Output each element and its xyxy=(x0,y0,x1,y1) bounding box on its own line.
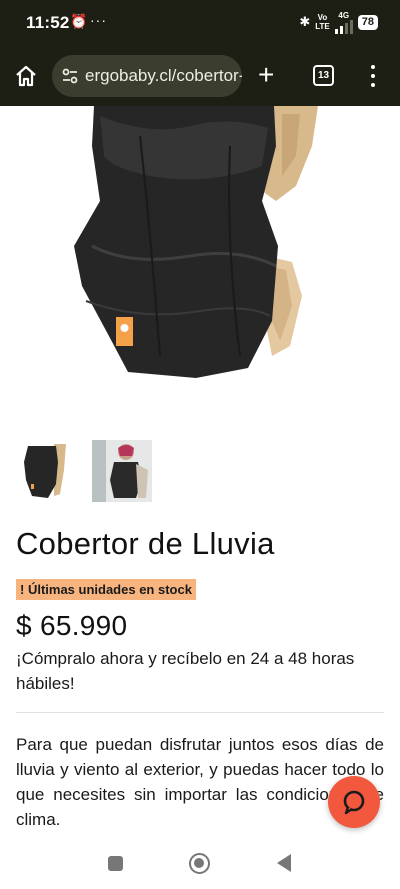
more-notifications-icon: ··· xyxy=(90,12,107,28)
chat-button[interactable] xyxy=(328,776,380,828)
url-text[interactable]: ergobaby.cl/cobertor-de-lluvia xyxy=(85,66,242,86)
network-type: 4G xyxy=(334,10,353,34)
thumbnail-cover-worn[interactable] xyxy=(92,440,152,502)
alarm-clock-icon: ⏰ xyxy=(70,13,88,29)
back-icon[interactable] xyxy=(277,854,291,872)
address-bar[interactable]: ergobaby.cl/cobertor-de-lluvia xyxy=(52,55,242,97)
stock-badge: ! Últimas unidades en stock xyxy=(16,579,196,600)
signal-icon xyxy=(334,19,353,34)
bluetooth-icon: ✱ xyxy=(299,14,311,29)
battery-icon: 78 xyxy=(357,14,378,30)
thumbnail-cover-front[interactable] xyxy=(16,440,76,502)
status-icons: ✱ Vo LTE 4G 78 xyxy=(299,10,378,34)
home-icon[interactable] xyxy=(14,64,38,88)
network-lte: LTE xyxy=(315,22,330,31)
network-4g: 4G xyxy=(338,10,350,20)
status-time: 11:52 xyxy=(26,13,70,32)
divider xyxy=(16,712,384,713)
product-title: Cobertor de Lluvia xyxy=(16,526,275,561)
product-price: $ 65.990 xyxy=(16,610,128,641)
network-indicator: Vo LTE xyxy=(315,13,330,31)
browser-toolbar: ergobaby.cl/cobertor-de-lluvia + 13 xyxy=(0,46,400,106)
tab-switcher-icon[interactable]: 13 xyxy=(313,65,334,86)
home-circle-icon[interactable] xyxy=(189,853,210,874)
status-bar: 11:52 ⏰ ··· ✱ Vo LTE 4G 78 xyxy=(0,0,400,46)
chat-bubble-icon xyxy=(343,790,365,815)
new-tab-icon[interactable]: + xyxy=(258,61,274,89)
site-settings-icon[interactable] xyxy=(61,67,79,85)
recent-apps-icon[interactable] xyxy=(108,856,123,871)
system-nav-bar xyxy=(0,838,400,889)
product-image[interactable] xyxy=(0,106,400,406)
overflow-menu-icon[interactable] xyxy=(366,63,380,89)
network-vo: Vo xyxy=(317,13,328,22)
product-description: Para que puedan disfrutar juntos esos dí… xyxy=(16,735,384,829)
shipping-note: ¡Cómpralo ahora y recíbelo en 24 a 48 ho… xyxy=(16,649,355,693)
